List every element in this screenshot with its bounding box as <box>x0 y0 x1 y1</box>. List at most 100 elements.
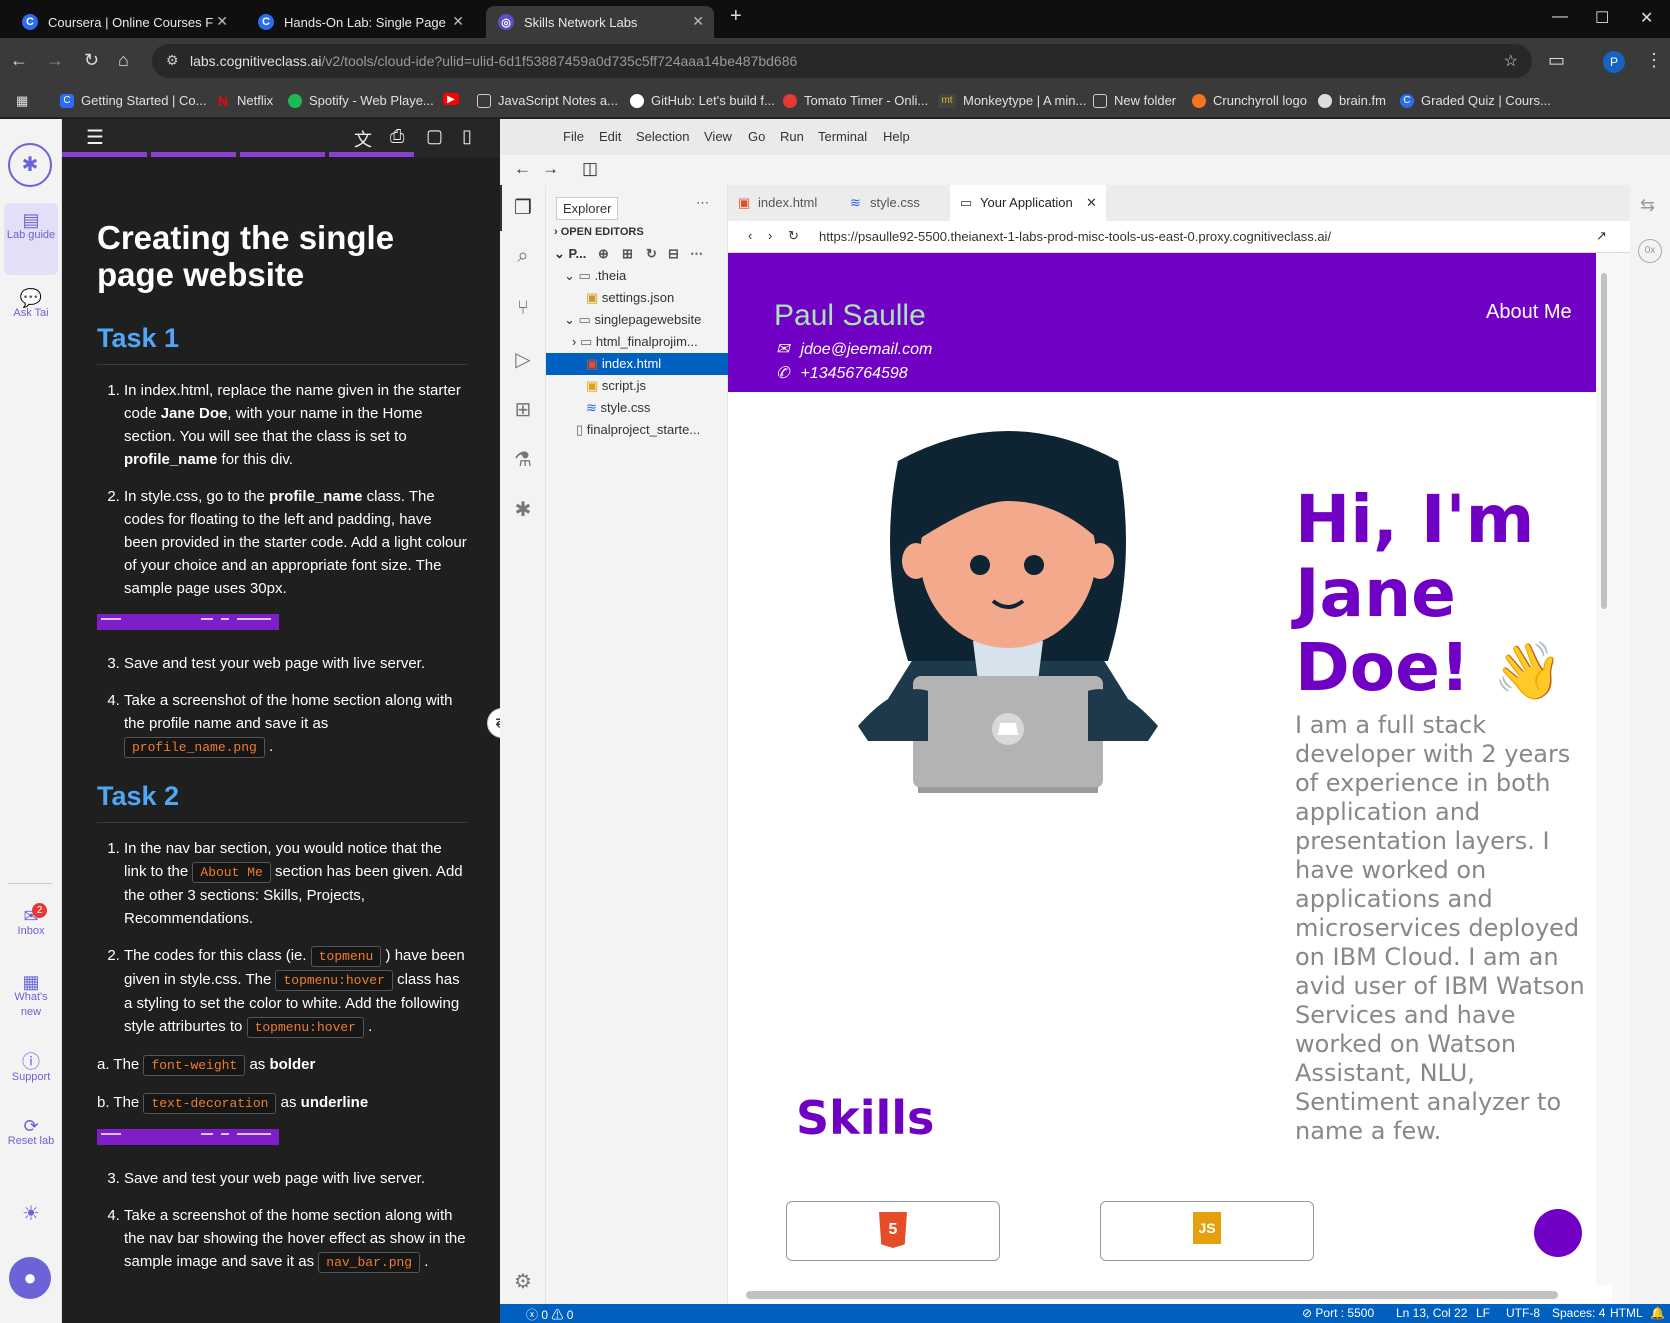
close-tab-icon[interactable]: ✕ <box>692 13 704 30</box>
cursor-position[interactable]: Ln 13, Col 22 <box>1396 1306 1467 1320</box>
browser-tab-hands-on-lab[interactable]: C Hands-On Lab: Single Page Por ✕ <box>246 6 474 38</box>
bookmark-github[interactable]: GitHub: Let's build f... <box>630 93 775 108</box>
menu-file[interactable]: File <box>563 129 584 144</box>
file-icon[interactable]: ▯ <box>462 126 472 147</box>
bookmark-star-icon[interactable]: ☆ <box>1504 51 1518 71</box>
editor-tab-style-css[interactable]: ≋ style.css <box>840 185 950 221</box>
explorer-icon[interactable]: ❐ <box>510 195 536 221</box>
sample-screenshot-thumbnail[interactable] <box>97 614 279 630</box>
search-icon[interactable]: ⌕ <box>510 245 536 271</box>
source-control-icon[interactable]: ⑂ <box>510 297 536 323</box>
horizontal-scrollbar[interactable] <box>728 1285 1612 1304</box>
url-input[interactable]: ⚙ labs.cognitiveclass.ai/v2/tools/cloud-… <box>152 44 1532 78</box>
bookmark-brain-fm[interactable]: brain.fm <box>1318 93 1386 108</box>
collapse-all-icon[interactable]: ⊟ <box>668 243 679 265</box>
user-avatar[interactable]: ● <box>9 1257 51 1299</box>
browser-menu-icon[interactable]: ⋮ <box>1645 50 1663 71</box>
add-file-icon[interactable]: ▢ <box>426 126 443 147</box>
tree-file-style-css[interactable]: ≋ style.css <box>546 397 728 419</box>
vertical-scroll-thumb[interactable] <box>1601 273 1607 609</box>
skills-network-toolbox-icon[interactable]: ✱ <box>510 497 536 523</box>
bookmark-spotify[interactable]: Spotify - Web Playe... <box>288 93 434 108</box>
forward-icon[interactable]: → <box>542 159 559 179</box>
ask-tai-button[interactable]: 💬 Ask Tai <box>4 289 58 321</box>
tree-file-script-js[interactable]: ▣ script.js <box>546 375 728 397</box>
bookmark-netflix[interactable]: N Netflix <box>216 93 273 108</box>
bookmark-new-folder[interactable]: New folder <box>1093 93 1176 108</box>
more-actions-icon[interactable]: ⋯ <box>690 243 703 265</box>
refresh-icon[interactable]: ↻ <box>646 243 657 265</box>
menu-icon[interactable]: ☰ <box>86 125 104 150</box>
preview-reload-icon[interactable]: ↻ <box>788 228 799 244</box>
theme-toggle-icon[interactable]: ☀ <box>4 1204 58 1224</box>
inbox-button[interactable]: ✉ 2 Inbox <box>4 903 58 939</box>
back-icon[interactable]: ← <box>10 50 28 71</box>
end-of-line[interactable]: LF <box>1476 1306 1490 1320</box>
close-window-icon[interactable]: ✕ <box>1640 8 1653 28</box>
browser-tab-skills-network[interactable]: ◎ Skills Network Labs ✕ <box>486 6 714 38</box>
hex-converter-icon[interactable]: 0x <box>1638 239 1662 263</box>
bookmark-tomato-timer[interactable]: Tomato Timer - Onli... <box>783 93 928 108</box>
preview-back-icon[interactable]: ‹ <box>748 228 752 243</box>
tree-file-finalproject-starter[interactable]: ▯ finalproject_starte... <box>546 419 728 441</box>
language-mode[interactable]: HTML <box>1610 1306 1643 1320</box>
tree-folder-singlepagewebsite[interactable]: ⌄ ▭ singlepagewebsite <box>546 309 728 331</box>
split-panel-icon[interactable]: ◫ <box>582 159 598 179</box>
apps-grid-icon[interactable]: ▦ <box>16 93 28 109</box>
menu-selection[interactable]: Selection <box>636 129 689 144</box>
translate-icon[interactable]: 文 <box>354 126 372 152</box>
new-tab-icon[interactable]: + <box>730 5 742 28</box>
home-icon[interactable]: ⌂ <box>118 50 129 71</box>
floating-action-button[interactable] <box>1534 1209 1582 1257</box>
print-icon[interactable]: ⎙ <box>390 126 404 147</box>
extensions-icon[interactable]: ⊞ <box>510 397 536 423</box>
profile-avatar[interactable]: P <box>1603 51 1625 73</box>
back-icon[interactable]: ← <box>514 159 531 179</box>
maximize-icon[interactable]: ☐ <box>1595 8 1609 28</box>
close-tab-icon[interactable]: ✕ <box>216 13 228 30</box>
menu-edit[interactable]: Edit <box>599 129 621 144</box>
close-tab-icon[interactable]: ✕ <box>452 13 464 30</box>
indentation[interactable]: Spaces: 4 <box>1552 1306 1605 1320</box>
tree-file-settings-json[interactable]: ▣ settings.json <box>546 287 728 309</box>
lab-guide-button[interactable]: ▤ Lab guide <box>4 203 58 275</box>
nav-about-me-link[interactable]: About Me <box>1486 301 1572 324</box>
support-button[interactable]: ⓘ Support <box>4 1053 58 1085</box>
preview-forward-icon[interactable]: › <box>768 228 772 243</box>
bookmark-crunchyroll[interactable]: Crunchyroll logo <box>1192 93 1307 108</box>
new-folder-icon[interactable]: ⊞ <box>622 243 633 265</box>
settings-gear-icon[interactable]: ⚙ <box>510 1269 536 1295</box>
problems-indicator[interactable]: ⓧ 0 ⚠ 0 <box>526 1306 573 1323</box>
reset-lab-button[interactable]: ⟳ Reset lab <box>4 1117 58 1149</box>
editor-tab-index-html[interactable]: ▣ index.html <box>728 185 840 221</box>
run-debug-icon[interactable]: ▷ <box>510 347 536 373</box>
reload-icon[interactable]: ↻ <box>84 50 99 71</box>
project-section[interactable]: ⌄ P... ⊕ ⊞ ↻ ⊟ ⋯ <box>546 243 728 265</box>
testing-icon[interactable]: ⚗ <box>510 447 536 473</box>
port-indicator[interactable]: ⊘ Port : 5500 <box>1302 1306 1374 1320</box>
tree-file-index-html[interactable]: ▣ index.html <box>546 353 728 375</box>
open-external-icon[interactable]: ↗ <box>1596 228 1607 244</box>
new-file-icon[interactable]: ⊕ <box>598 243 609 265</box>
notifications-icon[interactable]: 🔔 <box>1650 1306 1665 1320</box>
whats-new-button[interactable]: ▦ What's new <box>4 973 58 1020</box>
ai-assistant-icon[interactable]: ⇆ <box>1640 195 1655 216</box>
menu-terminal[interactable]: Terminal <box>818 129 867 144</box>
vertical-scrollbar[interactable] <box>1596 253 1612 1304</box>
horizontal-scroll-thumb[interactable] <box>746 1291 1558 1299</box>
bookmark-graded-quiz[interactable]: C Graded Quiz | Cours... <box>1400 93 1551 108</box>
bookmark-getting-started[interactable]: C Getting Started | Co... <box>60 93 207 108</box>
site-info-icon[interactable]: ⚙ <box>166 52 179 69</box>
encoding[interactable]: UTF-8 <box>1506 1306 1540 1320</box>
forward-icon[interactable]: → <box>46 50 64 71</box>
preview-url-input[interactable]: https://psaulle92-5500.theianext-1-labs-… <box>819 229 1331 244</box>
menu-run[interactable]: Run <box>780 129 804 144</box>
cast-icon[interactable]: ▭ <box>1548 50 1565 71</box>
editor-tab-your-application[interactable]: ▭ Your Application ✕ <box>950 185 1106 221</box>
more-actions-icon[interactable]: ⋯ <box>696 195 709 211</box>
tree-folder-html-finalproj[interactable]: › ▭ html_finalprojim... <box>546 331 728 353</box>
browser-tab-coursera[interactable]: C Coursera | Online Courses From ✕ <box>10 6 238 38</box>
tree-folder-theia[interactable]: ⌄ ▭ .theia <box>546 265 728 287</box>
bookmark-javascript-notes[interactable]: JavaScript Notes a... <box>477 93 618 108</box>
bookmark-monkeytype[interactable]: mt Monkeytype | A min... <box>938 93 1086 108</box>
